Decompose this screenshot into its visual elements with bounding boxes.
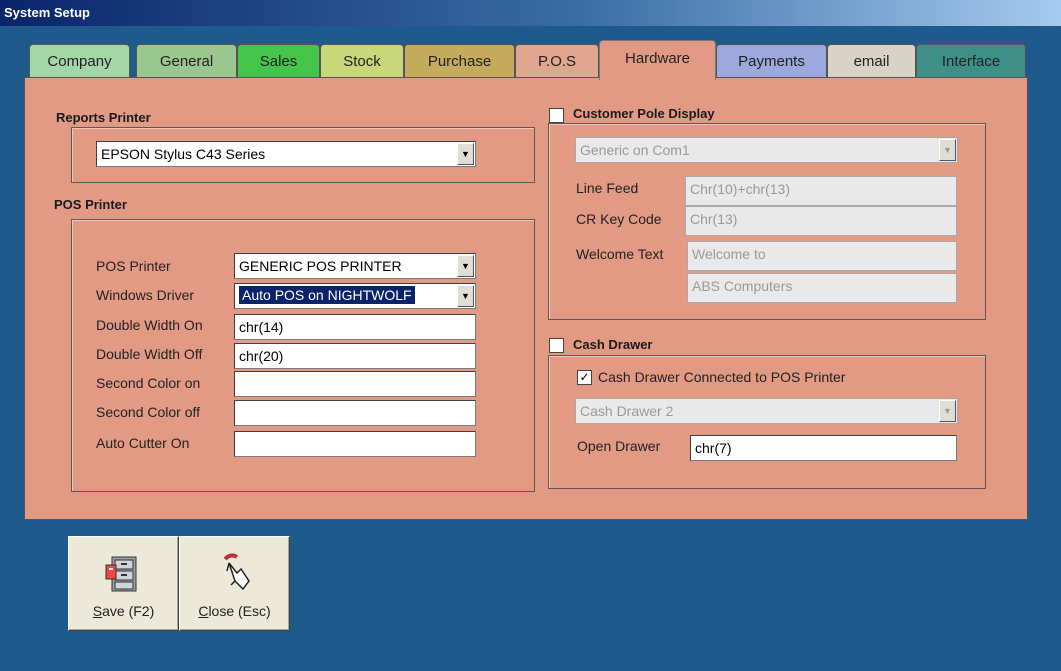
drawer-connected-label: Cash Drawer Connected to POS Printer: [598, 369, 846, 385]
tab-label: Stock: [343, 53, 381, 70]
tab-label: email: [853, 53, 890, 70]
pos-printer-value: GENERIC POS PRINTER: [239, 258, 402, 274]
tab-label: Payments: [738, 53, 805, 70]
drawer-device-value: Cash Drawer 2: [580, 403, 674, 419]
save-label-rest: ave (F2): [102, 603, 155, 619]
cash-drawer-title: Cash Drawer: [573, 337, 653, 352]
tab-pos[interactable]: P.O.S: [515, 44, 599, 78]
pos-printer-select[interactable]: GENERIC POS PRINTER ▼: [234, 253, 476, 279]
close-hotkey: C: [198, 603, 209, 619]
open-drawer-input[interactable]: chr(7): [690, 435, 957, 461]
second-color-off-label: Second Color off: [96, 404, 201, 420]
pos-printer-group: POS Printer GENERIC POS PRINTER ▼ Window…: [71, 219, 535, 492]
pole-display-checkbox[interactable]: [549, 108, 564, 123]
chevron-down-icon[interactable]: ▼: [457, 255, 474, 277]
cr-key-label: CR Key Code: [576, 211, 662, 227]
welcome-text-label: Welcome Text: [576, 246, 664, 262]
hardware-panel: Reports Printer EPSON Stylus C43 Series …: [24, 77, 1028, 520]
close-label-rest: lose (Esc): [208, 603, 271, 619]
hand-exit-icon: [180, 551, 289, 595]
double-width-off-input[interactable]: chr(20): [234, 343, 476, 369]
tab-general[interactable]: General: [136, 44, 237, 78]
cash-drawer-checkbox[interactable]: [549, 338, 564, 353]
tab-label: General: [159, 53, 214, 70]
drawer-connected-checkbox[interactable]: ✓: [577, 370, 592, 385]
pos-printer-label: POS Printer: [96, 258, 171, 274]
line-feed-input[interactable]: Chr(10)+chr(13): [685, 176, 957, 206]
pole-device-select[interactable]: Generic on Com1 ▼: [575, 137, 958, 163]
tab-payments[interactable]: Payments: [716, 44, 827, 78]
double-width-off-label: Double Width Off: [96, 346, 203, 362]
close-button-label: Close (Esc): [180, 603, 289, 619]
tab-label: Interface: [941, 53, 1001, 70]
save-button[interactable]: Save (F2): [68, 536, 179, 631]
second-color-on-input[interactable]: [234, 371, 476, 397]
chevron-down-icon[interactable]: ▼: [457, 285, 474, 307]
tab-label: Purchase: [427, 53, 492, 70]
auto-cutter-label: Auto Cutter On: [96, 435, 190, 451]
tab-label: Hardware: [624, 50, 691, 67]
windows-driver-label: Windows Driver: [96, 287, 195, 303]
drawer-device-select[interactable]: Cash Drawer 2 ▼: [575, 398, 958, 424]
tab-stock[interactable]: Stock: [320, 44, 404, 78]
pole-device-value: Generic on Com1: [580, 142, 690, 158]
reports-printer-value: EPSON Stylus C43 Series: [101, 146, 266, 162]
double-width-on-input[interactable]: chr(14): [234, 314, 476, 340]
windows-driver-select[interactable]: Auto POS on NIGHTWOLF ▼: [234, 283, 476, 309]
tab-label: Sales: [259, 53, 298, 70]
reports-printer-select[interactable]: EPSON Stylus C43 Series ▼: [96, 141, 476, 167]
second-color-on-label: Second Color on: [96, 375, 201, 391]
open-drawer-label: Open Drawer: [577, 438, 661, 454]
tab-email[interactable]: email: [827, 44, 916, 78]
tab-label: Company: [47, 53, 112, 70]
pole-display-group: Generic on Com1 ▼ Line Feed Chr(10)+chr(…: [548, 123, 986, 320]
tab-sales[interactable]: Sales: [237, 44, 320, 78]
tab-purchase[interactable]: Purchase: [404, 44, 515, 78]
double-width-on-label: Double Width On: [96, 317, 203, 333]
tab-interface[interactable]: Interface: [916, 44, 1026, 78]
reports-printer-group: EPSON Stylus C43 Series ▼: [71, 127, 535, 183]
chevron-down-icon[interactable]: ▼: [457, 143, 474, 165]
chevron-down-icon[interactable]: ▼: [939, 400, 956, 422]
tab-hardware[interactable]: Hardware: [599, 40, 716, 80]
save-hotkey: S: [92, 603, 103, 619]
reports-printer-title: Reports Printer: [56, 110, 151, 125]
tab-label: P.O.S: [537, 53, 577, 70]
cr-key-input[interactable]: Chr(13): [685, 206, 957, 236]
windows-driver-value: Auto POS on NIGHTWOLF: [239, 286, 415, 304]
second-color-off-input[interactable]: [234, 400, 476, 426]
save-button-label: Save (F2): [69, 603, 178, 619]
welcome-line1-input[interactable]: Welcome to: [687, 241, 957, 271]
auto-cutter-input[interactable]: [234, 431, 476, 457]
filing-cabinet-icon: [69, 551, 178, 595]
cash-drawer-group: ✓ Cash Drawer Connected to POS Printer C…: [548, 355, 986, 489]
chevron-down-icon[interactable]: ▼: [939, 139, 956, 161]
tab-company[interactable]: Company: [29, 44, 130, 78]
pos-printer-title: POS Printer: [54, 197, 127, 212]
close-button[interactable]: Close (Esc): [179, 536, 290, 631]
line-feed-label: Line Feed: [576, 180, 639, 196]
pole-display-title: Customer Pole Display: [573, 106, 715, 121]
welcome-line2-input[interactable]: ABS Computers: [687, 273, 957, 303]
window-title: System Setup: [0, 0, 1061, 26]
